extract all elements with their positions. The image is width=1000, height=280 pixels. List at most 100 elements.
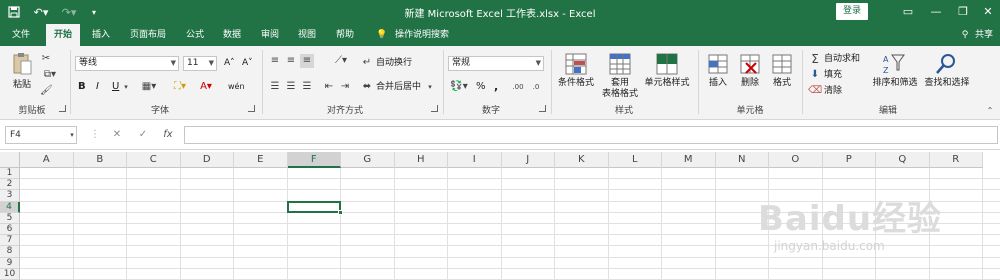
find-select-button[interactable]: 查找和选择	[922, 78, 972, 89]
autosum-button[interactable]: 自动求和	[824, 52, 860, 66]
font-family-select[interactable]: 等线 ▼	[75, 56, 179, 71]
increase-indent-icon[interactable]: ⇥	[338, 80, 352, 94]
column-header-r[interactable]: R	[929, 152, 983, 168]
column-header-k[interactable]: K	[555, 152, 609, 168]
row-header-3[interactable]: 3	[0, 190, 20, 202]
comma-button[interactable]: ,	[494, 80, 498, 94]
column-header-m[interactable]: M	[662, 152, 716, 168]
align-right-icon[interactable]: ☰	[300, 80, 314, 94]
row-header-5[interactable]: 5	[0, 212, 20, 224]
merge-center-button[interactable]: 合并后居中	[376, 80, 421, 94]
insert-cells-button[interactable]: 插入	[702, 78, 734, 89]
column-header-a[interactable]: A	[20, 152, 74, 168]
chevron-down-icon[interactable]: ▾	[68, 128, 76, 142]
row-header-10[interactable]: 10	[0, 268, 20, 280]
sort-filter-icon[interactable]: AZ	[882, 52, 906, 76]
column-header-g[interactable]: G	[341, 152, 395, 168]
column-header-n[interactable]: N	[715, 152, 769, 168]
wrap-text-button[interactable]: 自动换行	[376, 56, 412, 70]
paste-label[interactable]: 粘贴	[8, 80, 36, 91]
tab-page-layout[interactable]: 页面布局	[124, 24, 172, 46]
align-bottom-icon[interactable]: ≡	[300, 54, 314, 68]
fill-button[interactable]: 填充	[824, 68, 842, 82]
column-header-q[interactable]: Q	[876, 152, 930, 168]
row-header-1[interactable]: 1	[0, 168, 20, 180]
delete-cells-button[interactable]: 删除	[734, 78, 766, 89]
cut-icon[interactable]: ✂	[40, 52, 52, 66]
find-select-icon[interactable]	[934, 52, 958, 76]
increase-decimal-icon[interactable]: .00	[510, 80, 526, 94]
column-header-d[interactable]: D	[180, 152, 234, 168]
cell-styles-icon[interactable]	[655, 52, 679, 76]
chevron-down-icon[interactable]: ▾	[122, 80, 130, 94]
column-header-o[interactable]: O	[769, 152, 823, 168]
tab-insert[interactable]: 插入	[86, 24, 116, 46]
format-as-table-icon[interactable]	[608, 52, 632, 76]
shrink-font-button[interactable]: A˅	[242, 56, 253, 70]
align-left-icon[interactable]: ☰	[268, 80, 282, 94]
insert-function-icon[interactable]: fx	[160, 128, 176, 142]
paste-icon[interactable]	[10, 52, 34, 76]
italic-button[interactable]: I	[96, 80, 99, 94]
column-header-e[interactable]: E	[234, 152, 288, 168]
login-button[interactable]: 登录	[836, 3, 868, 20]
font-launcher-icon[interactable]	[248, 105, 255, 112]
chevron-down-icon[interactable]: ▾	[426, 80, 434, 94]
delete-cells-icon[interactable]	[738, 52, 762, 76]
grow-font-button[interactable]: A˄	[224, 56, 235, 70]
row-header-7[interactable]: 7	[0, 235, 20, 247]
phonetic-button[interactable]: wén	[228, 80, 245, 94]
active-cell[interactable]	[286, 200, 343, 215]
column-header-h[interactable]: H	[394, 152, 448, 168]
column-header-p[interactable]: P	[822, 152, 876, 168]
tab-formulas[interactable]: 公式	[180, 24, 210, 46]
row-header-6[interactable]: 6	[0, 224, 20, 236]
conditional-format-icon[interactable]	[564, 52, 588, 76]
format-painter-icon[interactable]: 🖌	[40, 84, 53, 98]
share-button[interactable]: 共享	[972, 24, 996, 46]
collapse-ribbon-icon[interactable]: ⌃	[984, 104, 996, 118]
column-header-c[interactable]: C	[127, 152, 181, 168]
orientation-icon[interactable]: ⟋▾	[330, 54, 352, 68]
column-header-b[interactable]: B	[73, 152, 127, 168]
accounting-format-icon[interactable]: 💱▾	[448, 80, 470, 94]
ribbon-display-icon[interactable]: ▭	[898, 3, 918, 20]
tab-view[interactable]: 视图	[292, 24, 322, 46]
clear-button[interactable]: 清除	[824, 84, 842, 98]
cell-styles-button[interactable]: 单元格样式	[640, 78, 694, 89]
insert-cells-icon[interactable]	[706, 52, 730, 76]
align-center-icon[interactable]: ☰	[284, 80, 298, 94]
fill-handle[interactable]	[338, 209, 343, 215]
formula-input[interactable]	[184, 126, 998, 144]
copy-icon[interactable]: ⧉▾	[40, 68, 60, 82]
percent-button[interactable]: %	[476, 80, 486, 94]
row-header-9[interactable]: 9	[0, 257, 20, 269]
sort-filter-button[interactable]: 排序和筛选	[870, 78, 920, 89]
font-size-select[interactable]: 11 ▼	[183, 56, 217, 71]
column-header-l[interactable]: L	[608, 152, 662, 168]
column-header-i[interactable]: I	[448, 152, 502, 168]
number-format-select[interactable]: 常规 ▼	[448, 56, 544, 71]
restore-icon[interactable]: ❐	[953, 3, 973, 20]
tell-me-search[interactable]: 操作说明搜索	[392, 24, 452, 46]
borders-icon[interactable]: ▦▾	[138, 80, 160, 94]
format-as-table-label-1[interactable]: 套用	[602, 78, 638, 89]
conditional-format-button[interactable]: 条件格式	[554, 78, 598, 89]
column-header-j[interactable]: J	[501, 152, 555, 168]
fill-color-icon[interactable]: ⛶▾	[170, 80, 190, 94]
close-icon[interactable]: ✕	[978, 3, 998, 20]
tab-help[interactable]: 帮助	[330, 24, 360, 46]
tab-file[interactable]: 文件	[6, 24, 36, 46]
tab-home[interactable]: 开始	[46, 24, 80, 46]
column-header-f[interactable]: F	[287, 152, 341, 168]
font-color-icon[interactable]: A▾	[196, 80, 216, 94]
select-all-corner[interactable]	[0, 152, 20, 168]
format-cells-button[interactable]: 格式	[766, 78, 798, 89]
cancel-icon[interactable]: ✕	[110, 128, 124, 142]
row-header-4[interactable]: 4	[0, 201, 20, 213]
enter-icon[interactable]: ✓	[136, 128, 150, 142]
alignment-launcher-icon[interactable]	[431, 105, 438, 112]
row-header-2[interactable]: 2	[0, 179, 20, 191]
align-middle-icon[interactable]: ≡	[284, 54, 298, 68]
decrease-decimal-icon[interactable]: .0	[528, 80, 544, 94]
